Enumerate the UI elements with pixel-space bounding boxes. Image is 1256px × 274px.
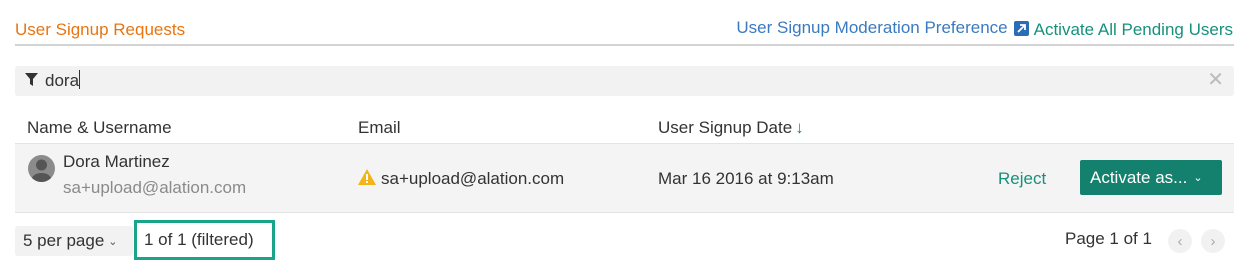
column-header-signup-date-label: User Signup Date (658, 118, 793, 137)
result-count: 1 of 1 (filtered) (134, 220, 275, 260)
user-email: sa+upload@alation.com (381, 169, 565, 188)
chevron-right-icon[interactable]: › (1201, 229, 1225, 253)
signup-date: Mar 16 2016 at 9:13am (658, 169, 834, 188)
page-indicator: Page 1 of 1 (1065, 229, 1152, 248)
filter-value: dora (45, 71, 80, 90)
column-header-name[interactable]: Name & Username (27, 118, 172, 138)
page-title: User Signup Requests (15, 20, 186, 39)
moderation-preference-link[interactable]: User Signup Moderation Preference (736, 18, 1007, 38)
chevron-down-icon: ⌄ (108, 235, 118, 248)
warning-icon (358, 169, 376, 190)
filter-input[interactable]: dora (45, 70, 1145, 91)
per-page-label: 5 per page (23, 231, 105, 250)
chevron-left-icon[interactable]: ‹ (1168, 229, 1192, 253)
page-header: User Signup Requests User Signup Moderat… (15, 14, 1234, 46)
column-header-email[interactable]: Email (358, 118, 401, 138)
filter-icon (25, 73, 38, 92)
user-name: Dora Martinez (63, 152, 170, 171)
filter-bar: dora ✕ (15, 66, 1234, 96)
header-links: User Signup Moderation Preference Activa… (736, 18, 1233, 40)
chevron-down-icon: ⌄ (1193, 172, 1203, 184)
activate-all-pending-link[interactable]: Activate All Pending Users (1034, 20, 1233, 40)
reject-button[interactable]: Reject (998, 169, 1046, 189)
user-username: sa+upload@alation.com (63, 178, 247, 197)
avatar (28, 155, 55, 182)
per-page-select[interactable]: 5 per page ⌄ (15, 226, 133, 256)
external-link-icon[interactable] (1013, 20, 1029, 36)
column-header-signup-date[interactable]: User Signup Date ↓ (658, 118, 804, 138)
close-icon[interactable]: ✕ (1207, 70, 1224, 90)
activate-as-label: Activate as... (1090, 167, 1188, 187)
text-caret (79, 70, 81, 89)
activate-as-dropdown-button[interactable]: Activate as... ⌄ (1080, 160, 1222, 195)
sort-descending-icon: ↓ (795, 118, 804, 137)
table-row: Dora Martinez sa+upload@alation.com sa+u… (15, 143, 1234, 213)
